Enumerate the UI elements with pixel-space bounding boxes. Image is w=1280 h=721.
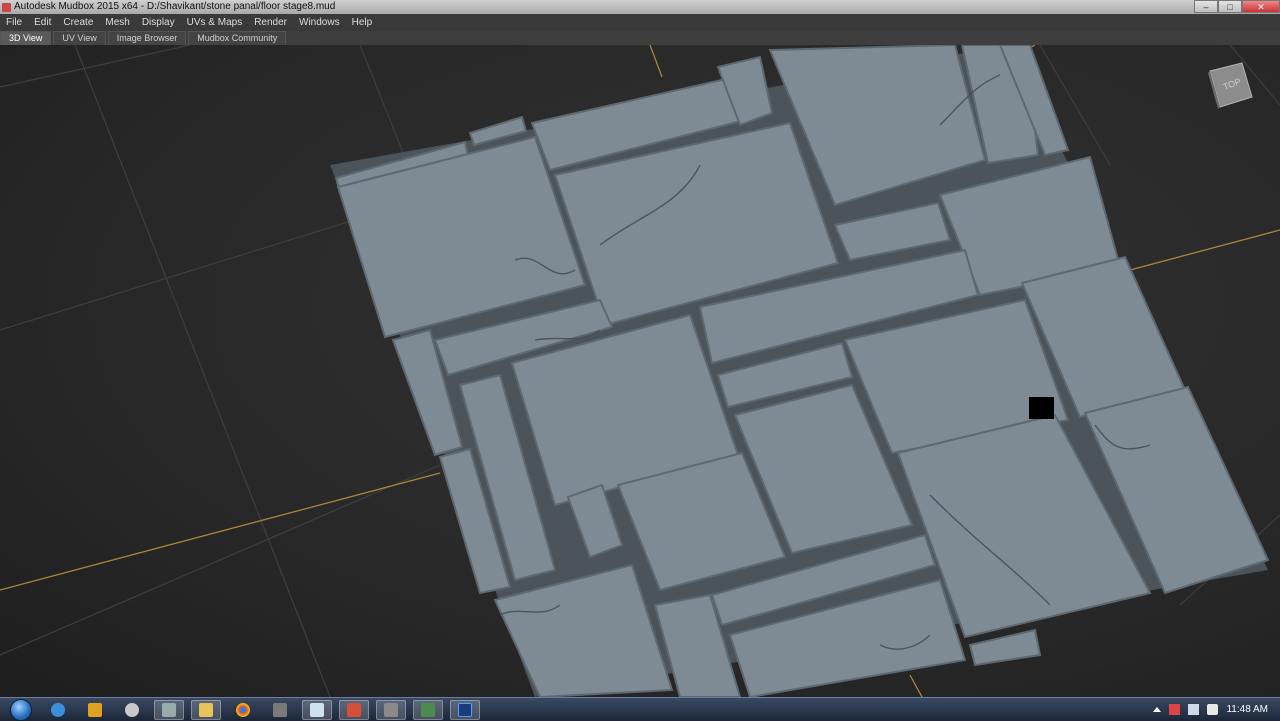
taskbar-photoshop[interactable] xyxy=(450,699,480,720)
photoshop-icon xyxy=(458,702,472,717)
volume-icon[interactable] xyxy=(1207,704,1219,715)
taskbar-app2[interactable] xyxy=(376,699,406,720)
taskbar-ie[interactable] xyxy=(43,700,73,720)
window-controls: – □ ✕ xyxy=(1194,0,1280,14)
menu-bar: File Edit Create Mesh Display UVs & Maps… xyxy=(0,14,1280,31)
notepad-icon xyxy=(310,702,324,717)
taskbar-notepad[interactable] xyxy=(302,699,332,720)
media-player-icon xyxy=(88,702,102,717)
title-bar: Autodesk Mudbox 2015 x64 - D:/Shavikant/… xyxy=(0,0,1280,14)
brush-cursor xyxy=(1029,397,1054,419)
tab-mudbox-community[interactable]: Mudbox Community xyxy=(188,31,287,45)
windows-taskbar: 11:48 AM xyxy=(0,697,1280,721)
tab-3d-view[interactable]: 3D View xyxy=(0,31,52,45)
viewcube-icon: TOP xyxy=(1208,62,1253,109)
mudbox-icon xyxy=(347,702,361,717)
menu-help[interactable]: Help xyxy=(346,17,379,28)
maximize-button[interactable]: □ xyxy=(1218,0,1242,13)
menu-display[interactable]: Display xyxy=(136,17,181,28)
taskbar-media[interactable] xyxy=(80,700,110,720)
chrome-like-icon xyxy=(125,702,139,717)
taskbar-folder[interactable] xyxy=(191,699,221,720)
windows-orb-icon xyxy=(10,698,32,721)
menu-windows[interactable]: Windows xyxy=(293,17,346,28)
menu-file[interactable]: File xyxy=(0,17,28,28)
3d-viewport[interactable]: TOP xyxy=(0,45,1280,697)
menu-uvs-maps[interactable]: UVs & Maps xyxy=(181,17,249,28)
menu-render[interactable]: Render xyxy=(248,17,293,28)
taskbar-tools[interactable] xyxy=(265,700,295,720)
tab-uv-view[interactable]: UV View xyxy=(53,31,106,45)
tools-icon xyxy=(273,702,287,717)
taskbar-clock[interactable]: 11:48 AM xyxy=(1226,704,1268,715)
viewcube[interactable]: TOP xyxy=(1206,61,1256,109)
menu-create[interactable]: Create xyxy=(57,17,99,28)
tab-image-browser[interactable]: Image Browser xyxy=(107,31,187,45)
menu-edit[interactable]: Edit xyxy=(28,17,57,28)
close-button[interactable]: ✕ xyxy=(1242,0,1280,13)
folder-icon xyxy=(199,702,213,717)
taskbar-chrome[interactable] xyxy=(228,700,258,720)
network-icon[interactable] xyxy=(1188,704,1200,715)
taskbar-settings[interactable] xyxy=(154,699,184,720)
minimize-button[interactable]: – xyxy=(1194,0,1218,13)
app-icon xyxy=(384,702,398,717)
view-tabs: 3D View UV View Image Browser Mudbox Com… xyxy=(0,31,1280,46)
start-button[interactable] xyxy=(6,698,36,721)
tray-expand-icon[interactable] xyxy=(1153,707,1162,712)
monitor-icon xyxy=(421,702,435,717)
action-center-icon[interactable] xyxy=(1169,704,1181,715)
chrome-icon xyxy=(236,702,250,717)
mudbox-app-icon xyxy=(2,2,11,12)
settings-icon xyxy=(162,702,176,717)
menu-mesh[interactable]: Mesh xyxy=(99,17,135,28)
viewport-scene xyxy=(0,45,1280,697)
taskbar-mudbox[interactable] xyxy=(339,699,369,720)
window-title: Autodesk Mudbox 2015 x64 - D:/Shavikant/… xyxy=(14,1,336,12)
system-tray: 11:48 AM xyxy=(1153,704,1280,715)
ie-icon xyxy=(51,702,65,717)
taskbar-monitor[interactable] xyxy=(413,699,443,720)
taskbar-app1[interactable] xyxy=(117,700,147,720)
